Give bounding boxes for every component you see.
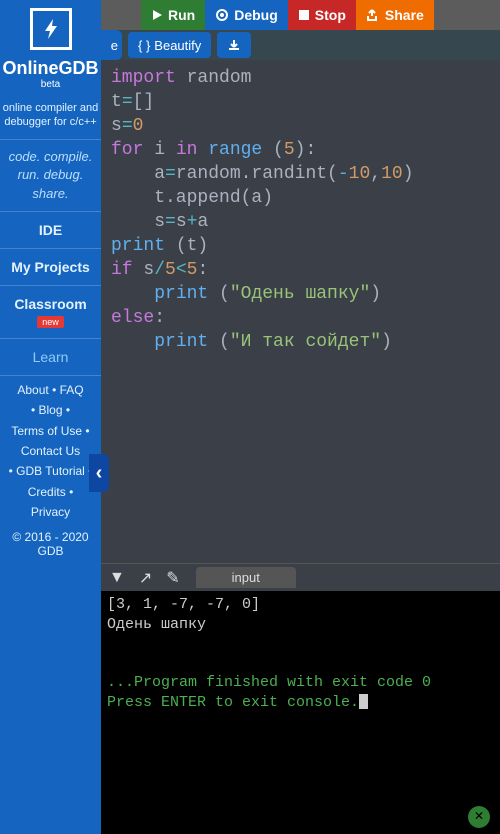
debug-button[interactable]: Debug [205, 0, 288, 30]
console-finished: ...Program finished with exit code 0 [107, 673, 494, 693]
link-tutorial[interactable]: GDB Tutorial [16, 464, 85, 478]
copyright: © 2016 - 2020 GDB [0, 526, 101, 562]
console-output-msg: Одень шапку [107, 615, 494, 635]
link-privacy[interactable]: Privacy [31, 505, 70, 519]
run-button[interactable]: Run [141, 0, 205, 30]
main-area: Run Debug Stop Share e { } Beautify [101, 0, 500, 834]
download-button[interactable] [217, 32, 251, 58]
new-badge: new [37, 316, 64, 328]
secondary-toolbar: e { } Beautify [101, 30, 500, 60]
primary-toolbar: Run Debug Stop Share [101, 0, 500, 30]
download-icon [227, 38, 241, 52]
code-editor[interactable]: import random t=[] s=0 for i in range (5… [101, 60, 500, 563]
cursor-icon [359, 694, 368, 709]
play-icon [151, 9, 163, 21]
nav-ide[interactable]: IDE [0, 212, 101, 248]
input-tab[interactable]: input [196, 567, 296, 588]
console-press-enter: Press ENTER to exit console. [107, 693, 494, 713]
tab-partial[interactable]: e [101, 30, 122, 60]
brand-title: OnlineGDB beta [0, 59, 101, 99]
share-icon [366, 8, 380, 22]
brand-subtitle: online compiler and debugger for c/c++ [0, 99, 101, 140]
nav-classroom[interactable]: Classroom new [0, 286, 101, 338]
link-blog[interactable]: Blog [38, 403, 62, 417]
nav-learn[interactable]: Learn [0, 339, 101, 375]
share-button[interactable]: Share [356, 0, 434, 30]
console-tabbar: ▼ ↗ ✎ input [101, 563, 500, 591]
nav-my-projects[interactable]: My Projects [0, 249, 101, 285]
logo-wrap [0, 0, 101, 57]
expand-icon[interactable]: ▼ [109, 569, 125, 587]
stop-icon [298, 9, 310, 21]
console-output-array: [3, 1, -7, -7, 0] [107, 595, 494, 615]
stop-button[interactable]: Stop [288, 0, 356, 30]
link-contact[interactable]: Contact Us [21, 444, 80, 458]
copy-icon[interactable]: ✎ [166, 568, 179, 588]
link-faq[interactable]: FAQ [60, 383, 84, 397]
braces-icon: { } [138, 38, 150, 53]
brand-slogan: code. compile. run. debug. share. [0, 139, 101, 212]
link-terms[interactable]: Terms of Use [11, 424, 82, 438]
link-credits[interactable]: Credits [28, 485, 66, 499]
sidebar: OnlineGDB beta online compiler and debug… [0, 0, 101, 834]
beautify-button[interactable]: { } Beautify [128, 32, 211, 58]
close-console-button[interactable]: ✕ [468, 806, 490, 828]
link-about[interactable]: About [17, 383, 48, 397]
collapse-console-icon[interactable]: ↗ [139, 568, 152, 588]
console[interactable]: [3, 1, -7, -7, 0] Одень шапку ...Program… [101, 591, 500, 834]
logo-icon [30, 8, 72, 50]
collapse-sidebar-icon[interactable]: ‹ [89, 454, 109, 492]
debug-icon [215, 8, 229, 22]
footer-links: About • FAQ • Blog • Terms of Use • Cont… [0, 376, 101, 527]
